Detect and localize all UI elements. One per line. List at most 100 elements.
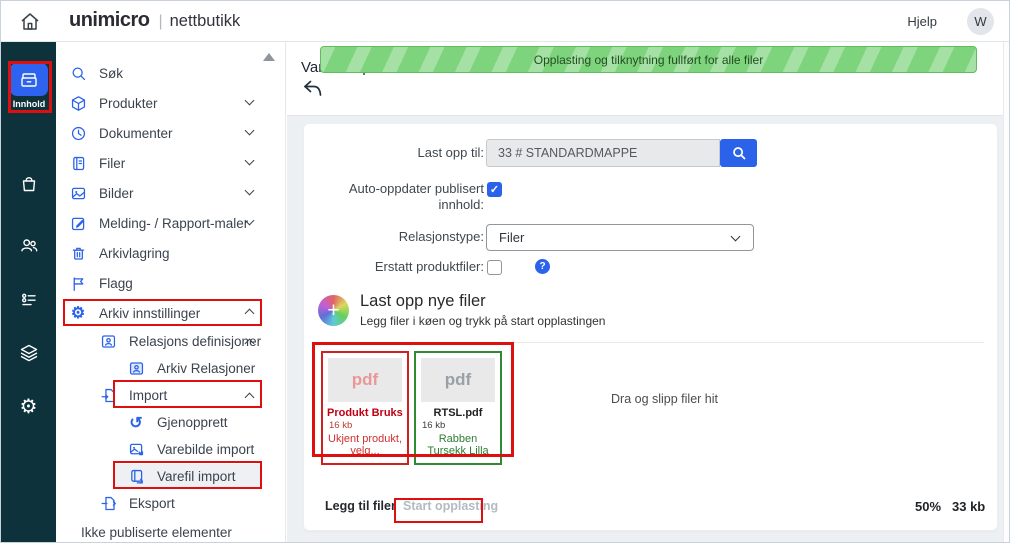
brand-name: unimicro bbox=[69, 9, 149, 32]
total-size-value: 33 kb bbox=[952, 499, 985, 514]
relation-type-label: Relasjonstype: bbox=[304, 229, 484, 245]
help-badge-icon[interactable]: ? bbox=[535, 259, 550, 274]
sidebar-item-label: Melding- / Rapport-maler bbox=[99, 216, 248, 231]
product-name: nettbutikk bbox=[170, 12, 241, 31]
upload-queue: pdfProdukt Bruks...16 kbUkjent produkt, … bbox=[321, 351, 502, 465]
sidebar-item-label: Produkter bbox=[99, 96, 158, 111]
sidebar-item-label: Gjenopprett bbox=[157, 415, 228, 430]
sidebar-item-label: Arkivlagring bbox=[99, 246, 170, 261]
add-files-button[interactable]: Legg til filer bbox=[325, 499, 396, 513]
top-header: unimicro | nettbutikk Hjelp W bbox=[1, 1, 1009, 42]
sidebar-item-varebilde-import[interactable]: Varebilde import bbox=[56, 436, 285, 463]
file-name: Produkt Bruks... bbox=[327, 407, 403, 419]
content-sidebar: Søk Produkter Dokumenter Filer Bilder Melding… bbox=[56, 42, 286, 543]
box-icon bbox=[69, 94, 87, 112]
app-window: unimicro | nettbutikk Hjelp W Innhold bbox=[0, 0, 1010, 543]
checklist-icon[interactable] bbox=[1, 289, 56, 311]
file-thumbnail: pdf bbox=[421, 358, 495, 402]
history-icon bbox=[69, 124, 87, 142]
sidebar-item-relasjons-definisjoner[interactable]: Relasjons definisjoner bbox=[56, 328, 285, 355]
upload-to-input[interactable]: 33 # STANDARDMAPPE bbox=[486, 139, 720, 167]
sidebar-item-flagg[interactable]: Flagg bbox=[56, 268, 285, 298]
sidebar-item-label: Søk bbox=[99, 66, 123, 81]
trash-icon bbox=[69, 244, 87, 262]
relation-type-select[interactable]: Filer bbox=[486, 224, 754, 251]
replace-files-checkbox[interactable] bbox=[487, 260, 502, 275]
chevron-down-icon bbox=[731, 232, 741, 242]
help-link[interactable]: Hjelp bbox=[907, 14, 937, 29]
upload-title: Last opp nye filer bbox=[360, 292, 486, 311]
progress-value: 50% bbox=[915, 499, 941, 514]
shopping-bag-icon[interactable] bbox=[1, 173, 56, 195]
sidebar-item-label: Import bbox=[129, 388, 167, 403]
person-card-filled-icon bbox=[127, 360, 145, 378]
back-arrow-icon[interactable] bbox=[302, 79, 324, 99]
logo-divider: | bbox=[158, 13, 162, 31]
sidebar-item-varefil-import[interactable]: Varefil import bbox=[56, 463, 285, 490]
sidebar-item-arkiv-relasjoner[interactable]: Arkiv Relasjoner bbox=[56, 355, 285, 382]
upload-subtitle: Legg filer i køen og trykk på start oppl… bbox=[360, 314, 605, 328]
file-size: 16 kb bbox=[420, 420, 496, 431]
sidebar-item-produkter[interactable]: Produkter bbox=[56, 88, 285, 118]
chevron-up-icon bbox=[245, 309, 255, 319]
gear-icon: ⚙ bbox=[69, 304, 87, 322]
scrollbar-gutter[interactable] bbox=[1003, 42, 1010, 543]
archive-box-icon bbox=[10, 63, 48, 96]
auto-update-checkbox[interactable]: ✓ bbox=[487, 182, 502, 197]
sidebar-item-ikke-publiserte-elementer[interactable]: Ikke publiserte elementer bbox=[56, 517, 285, 543]
search-icon bbox=[731, 145, 747, 161]
file-size: 16 kb bbox=[327, 420, 403, 431]
sidebar-item-label: Varefil import bbox=[157, 469, 236, 484]
chevron-down-icon bbox=[245, 126, 255, 136]
sidebar-item-label: Dokumenter bbox=[99, 126, 173, 141]
divider bbox=[321, 342, 984, 343]
chevron-down-icon bbox=[245, 186, 255, 196]
sidebar-item-label: Flagg bbox=[99, 276, 133, 291]
sidebar-menu: Søk Produkter Dokumenter Filer Bilder Melding… bbox=[56, 58, 285, 543]
success-toast: Opplasting og tilknytning fullført for a… bbox=[320, 46, 977, 73]
file-card[interactable]: pdfRTSL.pdf16 kbRabben Tursekk Lilla bbox=[414, 351, 502, 465]
layers-icon[interactable] bbox=[1, 342, 56, 364]
sidebar-item-arkivlagring[interactable]: Arkivlagring bbox=[56, 238, 285, 268]
book-import-icon bbox=[127, 468, 145, 486]
import-file-icon bbox=[99, 387, 117, 405]
sidebar-item-label: Varebilde import bbox=[157, 442, 254, 457]
sidebar-item-arkiv-innstillinger[interactable]: ⚙ Arkiv innstillinger bbox=[56, 298, 285, 328]
chevron-down-icon bbox=[245, 96, 255, 106]
file-status: Ukjent produkt, velg... bbox=[327, 433, 403, 457]
start-upload-button[interactable]: Start opplasting bbox=[403, 499, 498, 513]
home-icon[interactable] bbox=[18, 10, 42, 34]
sidebar-item-eksport[interactable]: Eksport bbox=[56, 490, 285, 517]
file-name: RTSL.pdf bbox=[420, 407, 496, 419]
sidebar-item-gjenopprett[interactable]: ↺ Gjenopprett bbox=[56, 409, 285, 436]
dropzone-hint: Dra og slipp filer hit bbox=[611, 392, 718, 406]
sidebar-item-label: Filer bbox=[99, 156, 125, 171]
chevron-up-icon bbox=[245, 393, 255, 403]
sidebar-item-dokumenter[interactable]: Dokumenter bbox=[56, 118, 285, 148]
image-icon bbox=[69, 184, 87, 202]
sidebar-item-label: Relasjons definisjoner bbox=[129, 334, 261, 349]
sidebar-item-søk[interactable]: Søk bbox=[56, 58, 285, 88]
sidebar-item-label: Arkiv Relasjoner bbox=[157, 361, 255, 376]
rail-item-label: Innhold bbox=[13, 99, 46, 109]
sidebar-item-import[interactable]: Import bbox=[56, 382, 285, 409]
image-import-icon bbox=[127, 441, 145, 459]
rail-item-innhold[interactable]: Innhold bbox=[9, 63, 49, 109]
gear-icon[interactable]: ⚙ bbox=[1, 394, 56, 419]
relation-type-value: Filer bbox=[499, 230, 524, 245]
avatar[interactable]: W bbox=[967, 8, 994, 35]
auto-update-label: Auto-oppdater publisert innhold: bbox=[304, 181, 484, 213]
file-card[interactable]: pdf Produkt Bruks...16 kb Ukjent produkt, … bbox=[321, 351, 409, 465]
file-thumbnail: pdf bbox=[328, 358, 402, 402]
sidebar-item-melding-rapport-maler[interactable]: Melding- / Rapport-maler bbox=[56, 208, 285, 238]
sidebar-item-filer[interactable]: Filer bbox=[56, 148, 285, 178]
users-icon[interactable] bbox=[1, 234, 56, 256]
edit-icon bbox=[69, 214, 87, 232]
folder-search-button[interactable] bbox=[720, 139, 757, 167]
restore-icon: ↺ bbox=[127, 414, 145, 432]
sidebar-item-label: Arkiv innstillinger bbox=[99, 306, 200, 321]
sidebar-item-label: Bilder bbox=[99, 186, 134, 201]
sidebar-item-bilder[interactable]: Bilder bbox=[56, 178, 285, 208]
flag-icon bbox=[69, 274, 87, 292]
search-icon bbox=[69, 64, 87, 82]
